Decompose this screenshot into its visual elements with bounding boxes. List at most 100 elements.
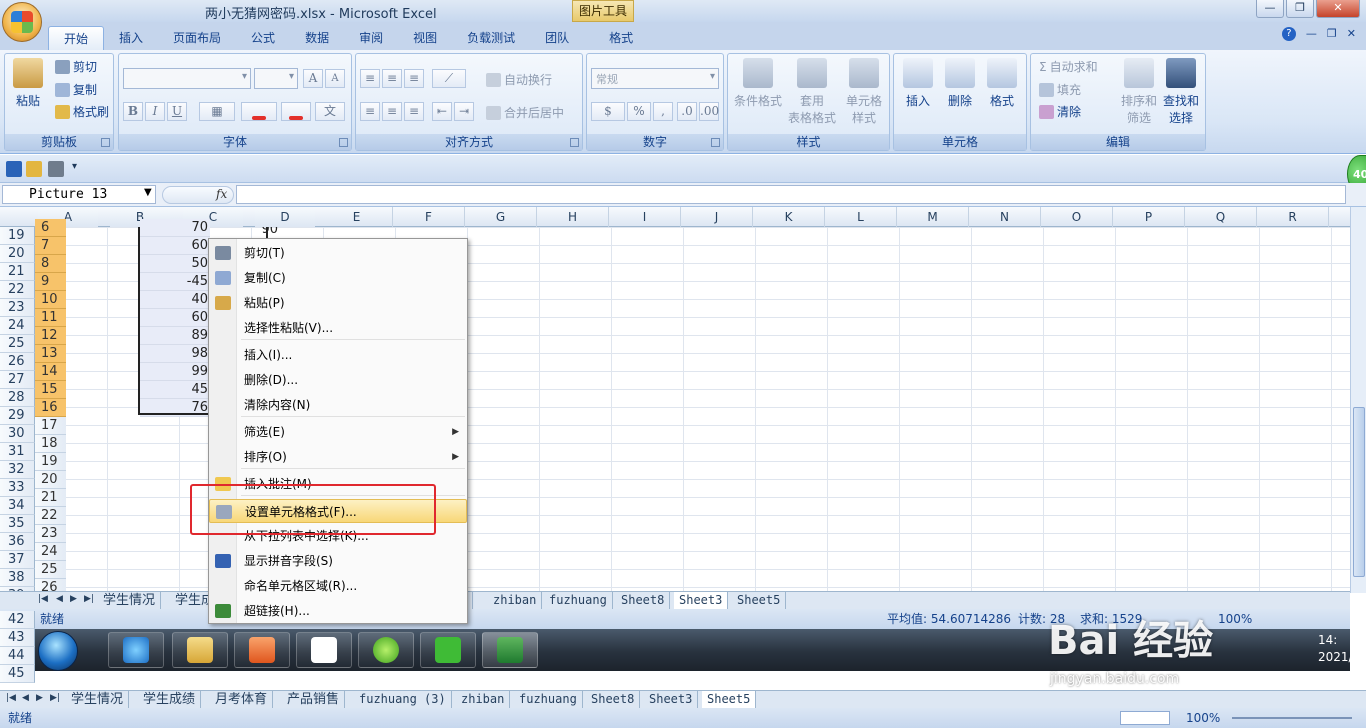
- alignment-launcher-icon[interactable]: [570, 138, 579, 147]
- tab-3[interactable]: 公式: [236, 26, 290, 50]
- first-sheet-button[interactable]: |◀: [6, 693, 16, 703]
- sheet-tab[interactable]: zhiban: [456, 691, 511, 708]
- phonetic-button[interactable]: 文: [315, 102, 345, 121]
- context-menu-item[interactable]: 命名单元格区域(R)...: [209, 574, 467, 598]
- row-header[interactable]: 21: [0, 263, 35, 281]
- sheet-tab[interactable]: fuzhuang (3): [354, 691, 452, 708]
- row-header[interactable]: 44: [0, 647, 35, 665]
- fill-button[interactable]: 填充: [1039, 81, 1081, 98]
- wrap-text-button[interactable]: 自动换行: [486, 71, 552, 88]
- ribbon-minimize-icon[interactable]: —: [1306, 27, 1317, 41]
- sheet-tab[interactable]: 学生成绩: [138, 691, 202, 708]
- row-header[interactable]: 43: [0, 629, 35, 647]
- formula-input[interactable]: [236, 185, 1346, 204]
- sheet-tab[interactable]: Sheet8: [586, 691, 641, 708]
- prev-sheet-button[interactable]: ◀: [22, 693, 29, 703]
- name-box-dropdown-icon[interactable]: ▼: [144, 187, 152, 198]
- insert-function-button[interactable]: fx: [216, 187, 227, 201]
- minimize-button[interactable]: —: [1256, 0, 1284, 18]
- percent-button[interactable]: %: [627, 102, 651, 121]
- row-header[interactable]: 33: [0, 479, 35, 497]
- underline-button[interactable]: U: [167, 102, 187, 121]
- tab-4[interactable]: 数据: [290, 26, 344, 50]
- sheet-tab[interactable]: 产品销售: [282, 691, 346, 708]
- context-menu-item[interactable]: 显示拼音字段(S): [209, 549, 467, 573]
- paste-button[interactable]: 粘贴: [11, 58, 45, 109]
- border-button[interactable]: ▦: [199, 102, 235, 121]
- column-header[interactable]: J: [681, 207, 753, 227]
- row-header[interactable]: 23: [0, 299, 35, 317]
- tab-6[interactable]: 视图: [398, 26, 452, 50]
- sort-filter-button[interactable]: 排序和 筛选: [1119, 58, 1159, 126]
- zoom-slider[interactable]: [1232, 717, 1352, 719]
- column-header[interactable]: M: [897, 207, 969, 227]
- tab-0[interactable]: 开始: [48, 26, 105, 50]
- align-left-button[interactable]: ≡: [360, 102, 380, 121]
- row-header[interactable]: 29: [0, 407, 35, 425]
- orientation-button[interactable]: ⟋: [432, 69, 466, 88]
- context-menu-item[interactable]: 排序(O) ▶: [209, 445, 467, 469]
- merge-center-button[interactable]: 合并后居中: [486, 104, 564, 121]
- row-header[interactable]: 38: [0, 569, 35, 587]
- decrease-decimal-button[interactable]: .00: [699, 102, 719, 121]
- number-format-combo[interactable]: 常规: [591, 68, 719, 89]
- sheet-tab[interactable]: 月考体育: [210, 691, 274, 708]
- cell-styles-button[interactable]: 单元格 样式: [840, 58, 888, 126]
- vertical-scroll-thumb[interactable]: [1353, 407, 1365, 577]
- increase-decimal-button[interactable]: .0: [677, 102, 697, 121]
- copy-button[interactable]: 复制: [55, 81, 97, 98]
- find-select-button[interactable]: 查找和 选择: [1161, 58, 1201, 126]
- bold-button[interactable]: B: [123, 102, 143, 121]
- name-box[interactable]: Picture 13: [2, 185, 156, 204]
- column-header[interactable]: H: [537, 207, 609, 227]
- currency-button[interactable]: $: [591, 102, 625, 121]
- close-button[interactable]: ✕: [1316, 0, 1360, 18]
- autosum-button[interactable]: Σ 自动求和: [1039, 58, 1098, 75]
- clear-button[interactable]: 清除: [1039, 103, 1081, 120]
- column-header[interactable]: F: [393, 207, 465, 227]
- tab-2[interactable]: 页面布局: [158, 26, 236, 50]
- row-header[interactable]: 32: [0, 461, 35, 479]
- column-header[interactable]: R: [1257, 207, 1329, 227]
- open-folder-icon[interactable]: [26, 161, 42, 177]
- row-header[interactable]: 19: [0, 227, 35, 245]
- status-zoom[interactable]: 100%: [1186, 708, 1220, 728]
- row-header[interactable]: 22: [0, 281, 35, 299]
- row-header[interactable]: 35: [0, 515, 35, 533]
- row-header[interactable]: 37: [0, 551, 35, 569]
- sheet-tab[interactable]: 学生情况: [66, 691, 130, 708]
- italic-button[interactable]: I: [145, 102, 165, 121]
- row-header[interactable]: 45: [0, 665, 35, 683]
- row-header[interactable]: 30: [0, 425, 35, 443]
- column-header[interactable]: Q: [1185, 207, 1257, 227]
- number-launcher-icon[interactable]: [711, 138, 720, 147]
- comma-button[interactable]: ,: [653, 102, 673, 121]
- clipboard-launcher-icon[interactable]: [101, 138, 110, 147]
- context-menu-item[interactable]: 选择性粘贴(V)...: [209, 316, 467, 340]
- cut-button[interactable]: 剪切: [55, 58, 97, 75]
- ribbon-close-icon[interactable]: ✕: [1347, 27, 1356, 41]
- align-center-button[interactable]: ≡: [382, 102, 402, 121]
- context-menu-item[interactable]: 剪切(T): [209, 241, 467, 265]
- tab-7[interactable]: 负载测试: [452, 26, 530, 50]
- format-painter-button[interactable]: 格式刷: [55, 103, 109, 120]
- column-header[interactable]: P: [1113, 207, 1185, 227]
- row-header[interactable]: 28: [0, 389, 35, 407]
- last-sheet-button[interactable]: ▶|: [50, 693, 60, 703]
- tab-5[interactable]: 审阅: [344, 26, 398, 50]
- row-header[interactable]: 34: [0, 497, 35, 515]
- align-top-button[interactable]: ≡: [360, 69, 380, 88]
- context-menu-item[interactable]: 筛选(E) ▶: [209, 420, 467, 444]
- ribbon-restore-icon[interactable]: ❐: [1327, 27, 1337, 41]
- font-name-combo[interactable]: [123, 68, 251, 89]
- column-header[interactable]: N: [969, 207, 1041, 227]
- font-launcher-icon[interactable]: [339, 138, 348, 147]
- row-header[interactable]: 42: [0, 611, 35, 629]
- row-header[interactable]: 36: [0, 533, 35, 551]
- next-sheet-button[interactable]: ▶: [36, 693, 43, 703]
- fill-color-button[interactable]: [241, 102, 277, 121]
- format-cells-button[interactable]: 格式: [982, 58, 1022, 109]
- row-header[interactable]: 24: [0, 317, 35, 335]
- row-header[interactable]: 27: [0, 371, 35, 389]
- column-header[interactable]: I: [609, 207, 681, 227]
